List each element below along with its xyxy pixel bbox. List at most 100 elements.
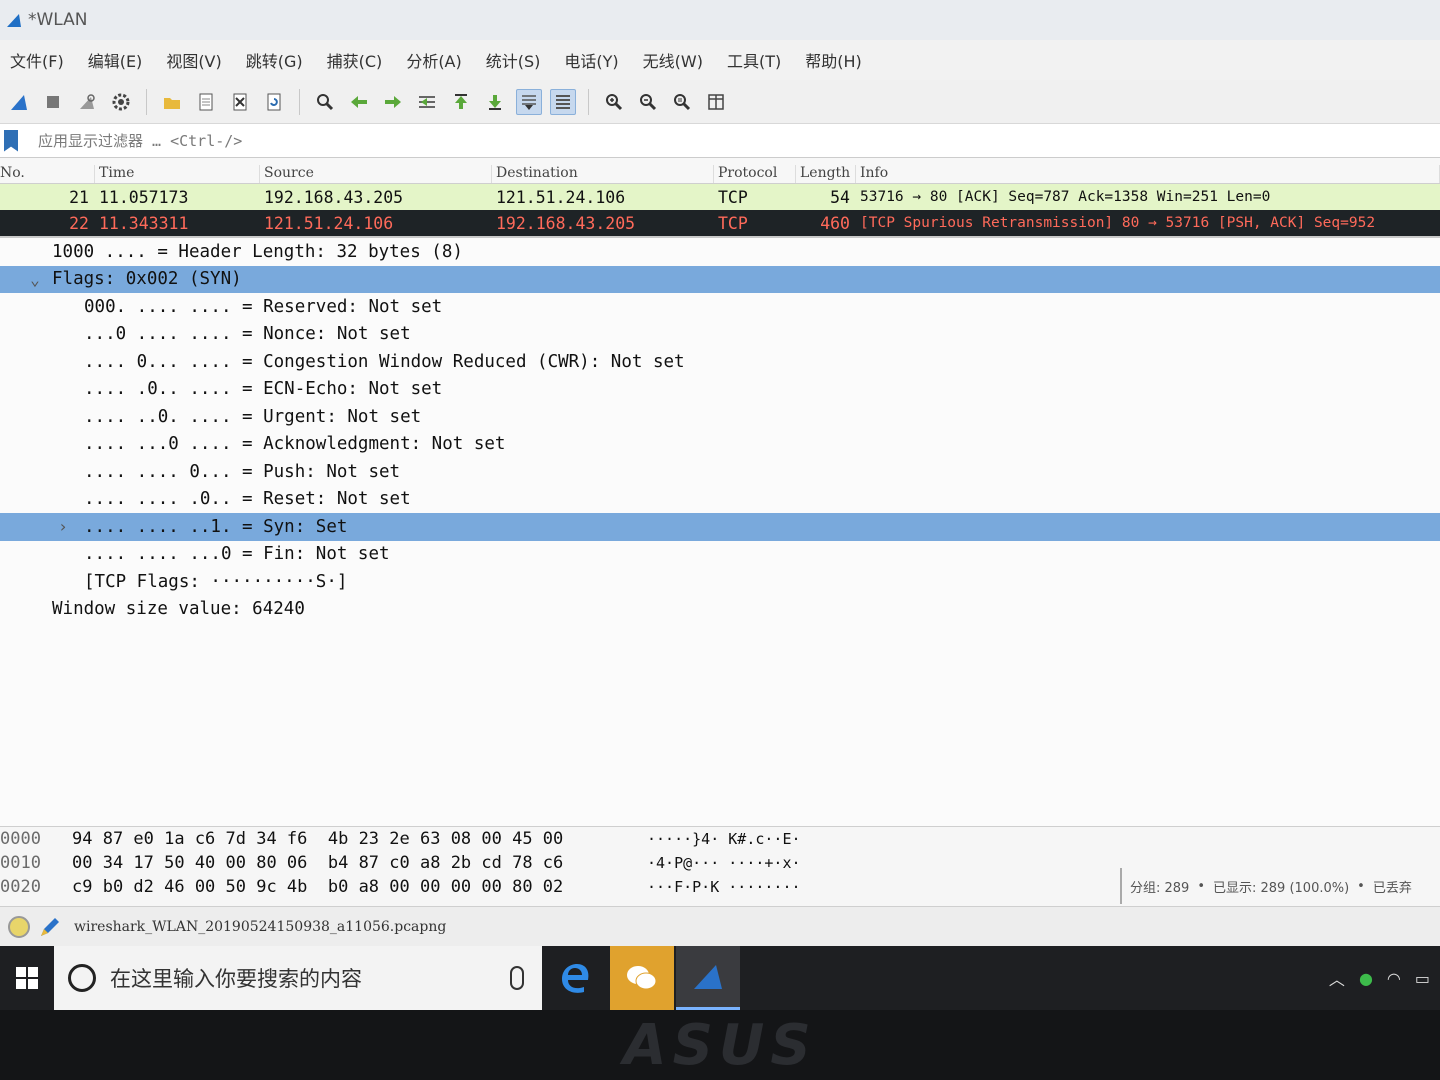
- packet-cell-time: 11.343311: [99, 213, 189, 233]
- reload-file-button[interactable]: [261, 89, 287, 115]
- last-packet-icon: [489, 94, 501, 110]
- expert-info-indicator-icon[interactable]: [8, 915, 30, 938]
- menu-telephony[interactable]: 电话(Y): [564, 48, 618, 72]
- expand-toggle-icon[interactable]: ⌄: [22, 270, 48, 289]
- first-packet-icon: [455, 93, 467, 109]
- detail-tree-text: .... .... ..1. = Syn: Set: [84, 516, 348, 537]
- column-header-source[interactable]: Source: [260, 165, 492, 183]
- taskbar-edge[interactable]: [544, 946, 608, 1010]
- zoom-in-icon: [606, 93, 623, 110]
- menu-statistics[interactable]: 统计(S): [486, 48, 541, 72]
- detail-tree-item[interactable]: .... .... .0.. = Reset: Not set: [0, 486, 1440, 514]
- go-to-packet-icon: [419, 95, 435, 108]
- toolbar-separator: [299, 88, 300, 115]
- display-filter-input[interactable]: 应用显示过滤器 … <Ctrl-/>: [38, 130, 242, 151]
- packet-cell-destination: 192.168.43.205: [496, 213, 636, 233]
- display-filter-bar[interactable]: 应用显示过滤器 … <Ctrl-/>: [0, 124, 1440, 158]
- hex-bytes: 94 87 e0 1a c6 7d 34 f6 4b 23 2e 63 08 0…: [72, 829, 564, 849]
- edit-comment-icon[interactable]: [38, 915, 62, 939]
- stop-capture-button[interactable]: [40, 89, 66, 115]
- toolbar-separator: [588, 88, 589, 115]
- reload-icon: [267, 93, 281, 110]
- detail-tree-item[interactable]: .... .0.. .... = ECN-Echo: Not set: [0, 376, 1440, 404]
- previous-packet-button[interactable]: [346, 89, 372, 115]
- laptop-bezel: ASUS: [0, 1010, 1440, 1080]
- detail-tree-item[interactable]: .... .... 0... = Push: Not set: [0, 458, 1440, 486]
- dropped-count: 已丢弃: [1372, 880, 1412, 896]
- zoom-out-button[interactable]: [635, 89, 661, 115]
- menu-edit[interactable]: 编辑(E): [88, 48, 143, 72]
- taskbar-search-box[interactable]: 在这里输入你要搜索的内容: [54, 946, 542, 1010]
- go-to-packet-button[interactable]: [414, 89, 440, 115]
- window-title: *WLAN: [28, 10, 88, 30]
- detail-tree-item[interactable]: › .... .... ..1. = Syn: Set: [0, 513, 1440, 541]
- packet-cell-source: 121.51.24.106: [264, 213, 394, 233]
- search-icon: [317, 93, 334, 110]
- detail-tree-text: 000. .... .... = Reserved: Not set: [84, 296, 443, 317]
- resize-columns-icon: [708, 93, 724, 110]
- column-header-time[interactable]: Time: [95, 165, 260, 183]
- menu-file[interactable]: 文件(F): [10, 48, 64, 72]
- save-file-button[interactable]: [193, 89, 219, 115]
- taskbar-wechat[interactable]: [610, 946, 674, 1010]
- last-packet-button[interactable]: [482, 89, 508, 115]
- detail-tree-item[interactable]: .... ...0 .... = Acknowledgment: Not set: [0, 431, 1440, 459]
- detail-tree-item[interactable]: .... .... ...0 = Fin: Not set: [0, 541, 1440, 569]
- menu-tools[interactable]: 工具(T): [727, 48, 781, 72]
- column-header-no[interactable]: No.: [0, 165, 95, 183]
- menu-capture[interactable]: 捕获(C): [327, 48, 383, 72]
- packet-row[interactable]: 21 11.057173 192.168.43.205 121.51.24.106 TC…: [0, 184, 1440, 210]
- options-gear-icon: [112, 93, 130, 110]
- taskbar-wireshark[interactable]: [676, 946, 740, 1010]
- packet-details-pane: 1000 .... = Header Length: 32 bytes (8) ⌄…: [0, 236, 1440, 826]
- menu-go[interactable]: 跳转(G): [246, 48, 303, 72]
- zoom-in-button[interactable]: [601, 89, 627, 115]
- status-bar: wireshark_WLAN_20190524150938_a11056.pca…: [0, 906, 1440, 946]
- menu-analyze[interactable]: 分析(A): [406, 48, 461, 72]
- start-button[interactable]: [0, 946, 54, 1010]
- column-header-length[interactable]: Length: [796, 165, 856, 183]
- menu-wireless[interactable]: 无线(W): [643, 48, 703, 72]
- next-packet-button[interactable]: [380, 89, 406, 115]
- menu-view[interactable]: 视图(V): [166, 48, 221, 72]
- file-icon: [199, 93, 213, 110]
- find-packet-button[interactable]: [312, 89, 338, 115]
- start-capture-button[interactable]: [6, 89, 32, 115]
- detail-tree-item[interactable]: .... 0... .... = Congestion Window Reduc…: [0, 348, 1440, 376]
- wechat-tray-icon[interactable]: ●: [1359, 969, 1373, 988]
- packet-row[interactable]: 22 11.343311 121.51.24.106 192.168.43.205 TC…: [0, 210, 1440, 236]
- toolbar-separator: [146, 88, 147, 115]
- first-packet-button[interactable]: [448, 89, 474, 115]
- detail-tree-item[interactable]: Window size value: 64240: [0, 596, 1440, 624]
- microphone-icon[interactable]: [510, 966, 524, 990]
- open-file-button[interactable]: [159, 89, 185, 115]
- detail-tree-item[interactable]: 1000 .... = Header Length: 32 bytes (8): [0, 238, 1440, 266]
- wifi-icon[interactable]: ◠: [1387, 969, 1401, 988]
- tray-chevron-up-icon[interactable]: ︿: [1329, 966, 1345, 990]
- status-stats: 分组: 289 • 已显示: 289 (100.0%) • 已丢弃: [1120, 868, 1440, 904]
- column-header-protocol[interactable]: Protocol: [714, 165, 796, 183]
- capture-options-button[interactable]: [108, 89, 134, 115]
- bookmark-icon[interactable]: [4, 129, 18, 152]
- detail-tree-item[interactable]: [TCP Flags: ··········S·]: [0, 568, 1440, 596]
- hex-row[interactable]: 0000 94 87 e0 1a c6 7d 34 f6 4b 23 2e 63 …: [0, 827, 1440, 851]
- resize-columns-button[interactable]: [703, 89, 729, 115]
- close-file-button[interactable]: [227, 89, 253, 115]
- hex-offset: 0010: [0, 853, 41, 873]
- expand-toggle-icon[interactable]: ›: [50, 517, 76, 536]
- battery-icon[interactable]: ▭: [1415, 969, 1430, 988]
- detail-tree-item[interactable]: 000. .... .... = Reserved: Not set: [0, 293, 1440, 321]
- close-file-icon: [233, 93, 247, 110]
- column-header-info[interactable]: Info: [856, 165, 1440, 183]
- autoscroll-button[interactable]: [516, 88, 542, 115]
- detail-tree-item[interactable]: ⌄ Flags: 0x002 (SYN): [0, 265, 1440, 293]
- detail-tree-item[interactable]: .... ..0. .... = Urgent: Not set: [0, 403, 1440, 431]
- zoom-reset-button[interactable]: [669, 89, 695, 115]
- restart-capture-button[interactable]: [74, 89, 100, 115]
- detail-tree-item[interactable]: ...0 .... .... = Nonce: Not set: [0, 321, 1440, 349]
- colorize-button[interactable]: [550, 88, 576, 115]
- detail-tree-text: .... .... .0.. = Reset: Not set: [84, 489, 411, 510]
- column-header-destination[interactable]: Destination: [492, 165, 714, 183]
- menu-bar: 文件(F) 编辑(E) 视图(V) 跳转(G) 捕获(C) 分析(A) 统计(S…: [0, 40, 1440, 80]
- menu-help[interactable]: 帮助(H): [805, 48, 862, 72]
